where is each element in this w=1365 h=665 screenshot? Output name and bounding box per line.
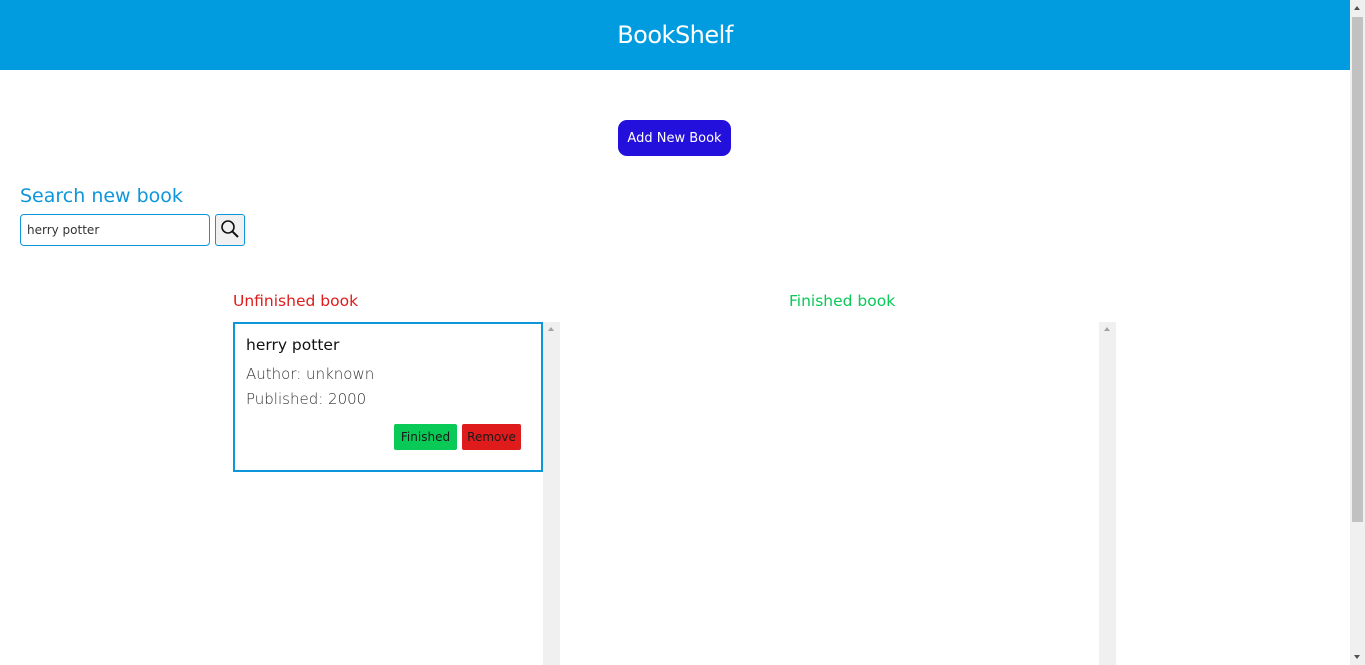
finished-list-scrollbar[interactable] [1099, 322, 1116, 665]
search-button[interactable] [215, 214, 245, 246]
book-author: Author: unknown [246, 365, 375, 383]
page-scrollbar[interactable] [1350, 0, 1365, 665]
remove-book-button[interactable]: Remove [462, 424, 521, 450]
app-title: BookShelf [617, 21, 733, 49]
search-input[interactable] [20, 214, 210, 246]
book-card-actions: Finished Remove [394, 424, 521, 450]
mark-finished-button[interactable]: Finished [394, 424, 457, 450]
finished-book-list [789, 322, 1116, 665]
app-header: BookShelf [0, 0, 1350, 70]
book-card: herry potter Author: unknown Published: … [233, 322, 543, 472]
search-title: Search new book [20, 185, 183, 207]
page-scroll-thumb[interactable] [1352, 17, 1363, 522]
book-title: herry potter [246, 336, 340, 354]
scroll-up-arrow-icon[interactable] [548, 327, 554, 331]
page-scroll-up-icon[interactable] [1354, 6, 1360, 10]
unfinished-list-scrollbar[interactable] [543, 322, 560, 665]
add-new-book-button[interactable]: Add New Book [618, 120, 731, 156]
book-published: Published: 2000 [246, 390, 367, 408]
search-icon [220, 219, 240, 242]
page-scroll-down-icon[interactable] [1354, 655, 1360, 659]
unfinished-column-title: Unfinished book [233, 292, 359, 310]
unfinished-book-list: herry potter Author: unknown Published: … [233, 322, 560, 665]
scroll-up-arrow-icon[interactable] [1104, 327, 1110, 331]
bookshelf-page: BookShelf Add New Book Search new book U… [0, 0, 1365, 665]
finished-column-title: Finished book [789, 292, 896, 310]
